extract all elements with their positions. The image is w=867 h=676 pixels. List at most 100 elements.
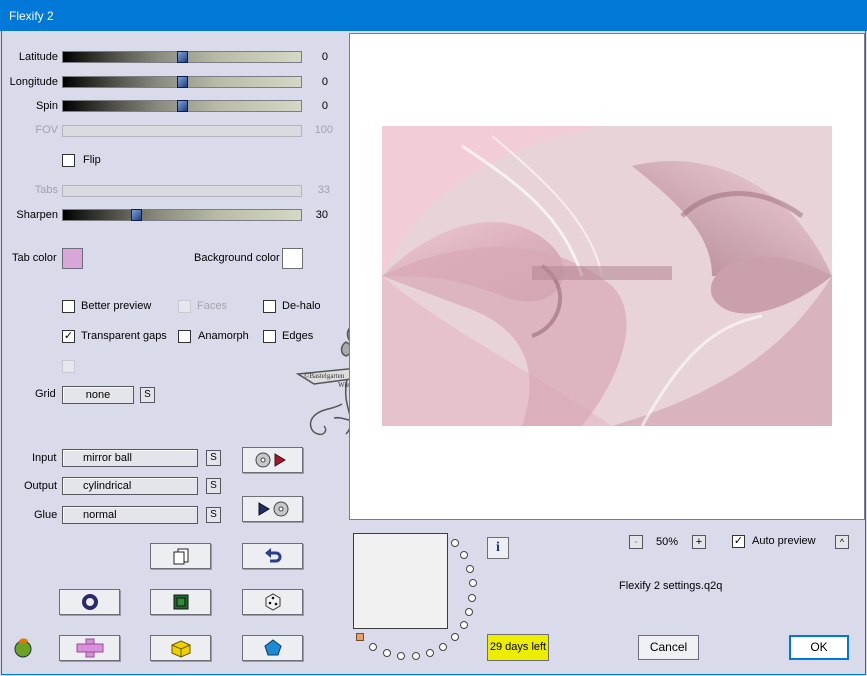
dial-dot[interactable] [439,643,447,651]
better-preview-checkbox[interactable] [62,300,75,313]
settings-filename: Flexify 2 settings.q2q [619,580,723,592]
longitude-value: 0 [321,76,328,88]
tabs-value: 33 [317,184,330,196]
navigator-anchor-icon[interactable] [356,633,364,641]
dial-dot[interactable] [466,565,474,573]
glue-s-button[interactable]: S [206,507,221,523]
glue-label: Glue [34,509,58,521]
navigator-thumbnail[interactable] [353,533,448,629]
auto-preview-checkbox[interactable]: ✓ [732,535,745,548]
sharpen-label: Sharpen [16,209,58,221]
faces-label: Faces [197,300,227,312]
sharpen-thumb[interactable] [131,209,142,221]
undo-button[interactable] [242,543,303,569]
dial-dot[interactable] [412,652,420,660]
tabs-shape-button[interactable] [59,635,120,661]
grid-select[interactable]: none [62,386,134,404]
dial-dot[interactable] [426,649,434,657]
copy-pages-icon [173,548,188,565]
de-halo-checkbox[interactable] [263,300,276,313]
trial-days-button[interactable]: 29 days left [487,634,549,661]
spin-value: 0 [321,100,328,112]
yellow-cube-icon [171,640,190,658]
spin-slider[interactable] [62,100,302,112]
transparent-gaps-checkbox[interactable]: ✓ [62,330,75,343]
input-select[interactable]: mirror ball [62,449,198,467]
undo-arrow-icon [264,548,281,563]
cancel-button[interactable]: Cancel [638,635,699,660]
dial-dot[interactable] [369,643,377,651]
output-select[interactable]: cylindrical [62,477,198,495]
zoom-out-button[interactable]: - [629,535,643,549]
tabs-label: Tabs [34,184,58,196]
info-button[interactable]: i [487,537,509,559]
fov-slider [62,125,302,137]
longitude-thumb[interactable] [177,76,188,88]
anamorph-checkbox[interactable] [178,330,191,343]
faces-checkbox [178,300,191,313]
tab-color-swatch[interactable] [62,248,83,269]
dial-dot[interactable] [451,539,459,547]
zoom-level: 50% [656,536,679,548]
cube-button[interactable] [150,635,211,661]
play-to-disc-icon [258,501,288,517]
de-halo-label: De-halo [282,300,321,312]
dial-dot[interactable] [468,594,476,602]
random-button[interactable] [242,589,303,615]
import-button[interactable] [242,447,303,473]
latitude-slider[interactable] [62,51,302,63]
title-bar [0,0,867,31]
output-label: Output [24,480,58,492]
tab-color-label: Tab color [12,252,57,264]
app-logo-icon [12,636,36,661]
dial-dot[interactable] [460,621,468,629]
dial-dot[interactable] [460,551,468,559]
dial-dot[interactable] [397,652,405,660]
output-s-button[interactable]: S [206,478,221,494]
pentagon-icon [263,639,282,656]
input-s-button[interactable]: S [206,450,221,466]
copy-button[interactable] [150,543,211,569]
auto-preview-label: Auto preview [752,535,816,547]
plus-tabs-icon [76,638,103,658]
latitude-value: 0 [321,51,328,63]
dial-dot[interactable] [383,649,391,657]
watermark-text: ©Bastelgarten [304,372,345,380]
ring-button[interactable] [59,589,120,615]
background-color-label: Background color [194,252,280,264]
frame-button[interactable] [150,589,211,615]
flip-checkbox[interactable] [62,154,75,167]
longitude-slider[interactable] [62,76,302,88]
input-label: Input [32,452,57,464]
export-button[interactable] [242,496,303,522]
ring-icon [81,594,98,610]
transparent-gaps-label: Transparent gaps [81,330,167,342]
spin-thumb[interactable] [177,100,188,112]
longitude-label: Longitude [9,76,58,88]
anamorph-label: Anamorph [198,330,249,342]
fov-label: FOV [35,124,58,136]
disabled-checkbox [62,360,75,373]
pentagon-button[interactable] [242,635,303,661]
better-preview-label: Better preview [81,300,152,312]
background-color-swatch[interactable] [282,248,303,269]
dial-dot[interactable] [465,608,473,616]
sharpen-slider[interactable] [62,209,302,221]
grid-s-button[interactable]: S [140,387,155,403]
tabs-slider [62,185,302,197]
spin-label: Spin [35,100,58,112]
grid-label: Grid [35,388,56,400]
fov-value: 100 [314,124,333,136]
dice-icon [265,593,280,611]
preview-image [382,126,832,426]
glue-select[interactable]: normal [62,506,198,524]
flip-label: Flip [83,154,101,166]
collapse-button[interactable]: ^ [835,535,849,549]
edges-checkbox[interactable] [263,330,276,343]
dial-dot[interactable] [469,579,477,587]
latitude-thumb[interactable] [177,51,188,63]
window-title: Flexify 2 [9,9,54,23]
zoom-in-button[interactable]: + [692,535,706,549]
dial-dot[interactable] [451,633,459,641]
ok-button[interactable]: OK [789,635,849,660]
